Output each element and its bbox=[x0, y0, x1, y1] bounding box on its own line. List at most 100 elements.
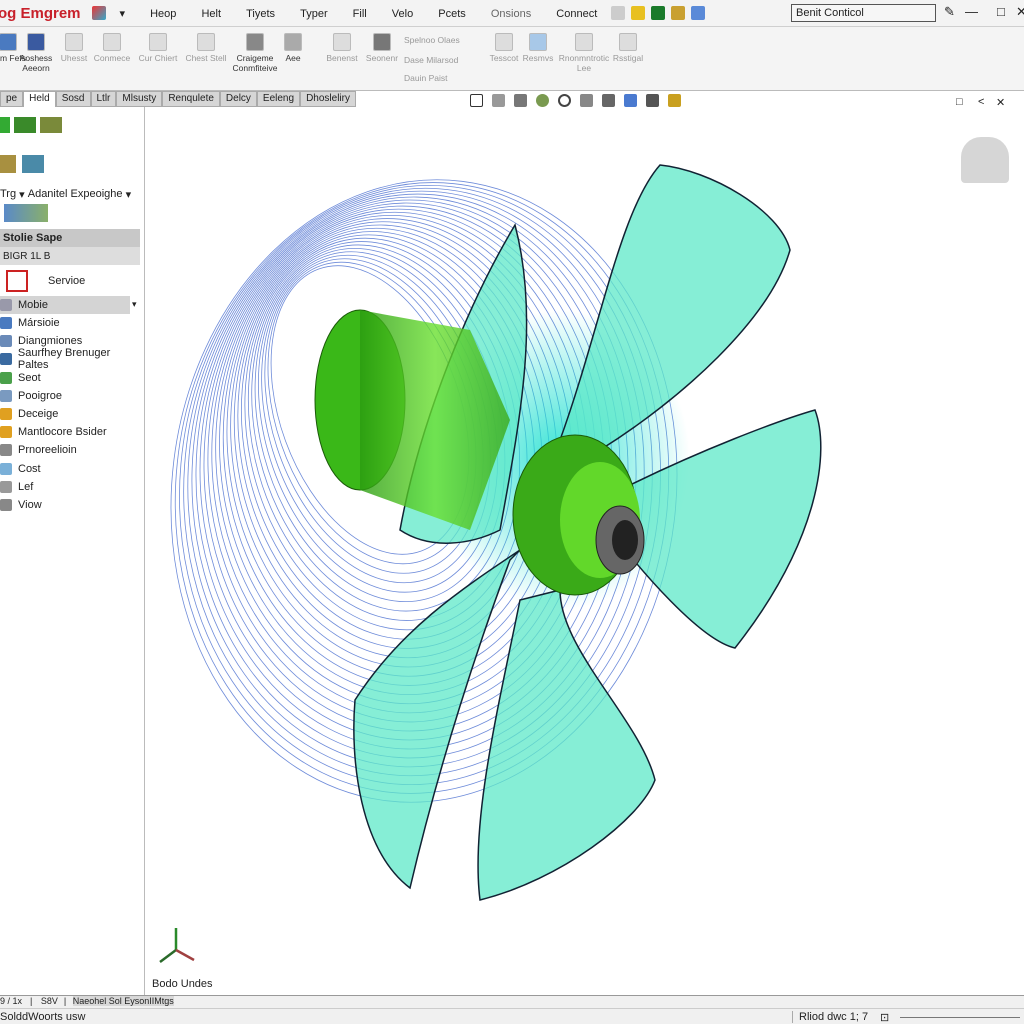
scene-icon[interactable] bbox=[624, 94, 637, 107]
property-icon[interactable] bbox=[14, 117, 36, 133]
command-tabs: pe Held Sosd Ltlr Mlsusty Renqulete Delc… bbox=[0, 91, 356, 107]
tree-item[interactable]: Deceige bbox=[0, 405, 143, 423]
ribbon-button[interactable]: Aee bbox=[278, 33, 308, 63]
config-icon[interactable] bbox=[40, 117, 62, 133]
menu-item[interactable]: Onsions bbox=[491, 8, 531, 20]
view-orient-icon[interactable] bbox=[470, 94, 483, 107]
menu-item[interactable]: Helt bbox=[201, 8, 221, 20]
scene-thumbnail-icon[interactable] bbox=[4, 204, 48, 222]
tab[interactable]: Ltlr bbox=[90, 91, 117, 107]
tools-icon[interactable] bbox=[646, 94, 659, 107]
ribbon-button[interactable]: Rsstigal bbox=[606, 33, 650, 63]
menu-item[interactable]: Pcets bbox=[438, 8, 466, 20]
service-item[interactable]: Servioe bbox=[0, 267, 143, 295]
minimize-button[interactable]: — bbox=[965, 4, 978, 19]
tree-item-icon bbox=[0, 426, 12, 439]
menu-item[interactable]: Tiyets bbox=[246, 8, 275, 20]
ribbon-button[interactable]: Benenst bbox=[320, 33, 364, 63]
units-icon[interactable]: ⊡ bbox=[880, 1011, 889, 1024]
blade bbox=[477, 589, 656, 901]
ribbon-button[interactable]: Dase Milarsod bbox=[404, 55, 484, 65]
tree-item-icon bbox=[0, 353, 12, 366]
tree-item-icon bbox=[0, 444, 12, 457]
menu-item[interactable]: Connect bbox=[556, 8, 597, 20]
folder-icon[interactable] bbox=[631, 6, 646, 20]
tree-item-icon bbox=[0, 408, 12, 420]
ribbon-button[interactable]: Resmvs bbox=[516, 33, 560, 63]
tab[interactable]: Sosd bbox=[55, 91, 91, 107]
tree-item[interactable]: Saurfhey Brenuger Paltes bbox=[0, 347, 143, 371]
tab[interactable]: Renqulete bbox=[162, 91, 220, 107]
search-input[interactable]: Benit Conticol bbox=[791, 4, 936, 22]
appearance-icon[interactable] bbox=[602, 94, 615, 107]
bottom-tab[interactable]: Naeohel Sol EysonIIMtgs bbox=[72, 996, 174, 1006]
ribbon-button[interactable]: Craigeme Conmfiteive bbox=[230, 33, 280, 73]
menu-item[interactable]: Velo bbox=[392, 8, 413, 20]
ribbon-button[interactable]: Spelnoo Olaes bbox=[404, 35, 484, 45]
tab-active[interactable]: Held bbox=[23, 91, 56, 107]
tree-item-label: Prnoreelioin bbox=[18, 444, 77, 457]
graphics-viewport[interactable]: Bodo Undes bbox=[146, 107, 1024, 995]
search-icon[interactable] bbox=[558, 94, 571, 107]
tab[interactable]: Delcy bbox=[219, 91, 257, 107]
ribbon-button[interactable]: Chest Stell bbox=[184, 33, 228, 63]
menu-bar: ▾ Heop Helt Tiyets Typer Fill Velo Pcets… bbox=[109, 7, 609, 20]
feature-tree-icon[interactable] bbox=[0, 117, 10, 133]
bottom-tab[interactable]: S8V bbox=[41, 996, 58, 1006]
options-icon[interactable] bbox=[671, 6, 686, 20]
tree-item[interactable]: Prnoreelioin bbox=[0, 441, 143, 459]
section-view-icon[interactable] bbox=[580, 94, 593, 107]
tree-item[interactable]: Pooigroe bbox=[0, 387, 143, 405]
tab[interactable]: pe bbox=[0, 91, 24, 107]
bottom-tabs: 9 / 1x | S8V | Naeohel Sol EysonIIMtgs bbox=[0, 995, 1024, 1008]
cam-icon[interactable] bbox=[22, 155, 44, 173]
filter-dropdown[interactable]: Trg bbox=[0, 188, 16, 200]
menu-item[interactable]: Heop bbox=[150, 8, 176, 20]
tree-item[interactable]: Seot bbox=[0, 369, 143, 387]
tab[interactable]: Mlsusty bbox=[116, 91, 163, 107]
tree-item-label: Pooigroe bbox=[18, 389, 63, 402]
bottom-tab[interactable]: 9 / 1x bbox=[0, 996, 22, 1006]
title-bar: og Emgrem ▾ Heop Helt Tiyets Typer Fill … bbox=[0, 0, 1024, 27]
tree-item-label: Mársioie bbox=[18, 317, 60, 329]
zoom-slider[interactable] bbox=[900, 1017, 1020, 1018]
menu-dropdown[interactable]: ▾ bbox=[120, 8, 126, 20]
axis-label: Bodo Undes bbox=[152, 978, 213, 990]
tree-item[interactable]: Viow bbox=[0, 496, 143, 514]
fan-model bbox=[159, 164, 822, 963]
maximize-button[interactable]: □ bbox=[997, 4, 1005, 19]
tree-item-icon bbox=[0, 335, 12, 348]
help-icon[interactable] bbox=[651, 6, 666, 20]
menu-item[interactable]: Fill bbox=[353, 8, 367, 20]
tree-item[interactable]: Lef bbox=[0, 478, 143, 496]
ribbon-button[interactable]: Cur Chiert bbox=[136, 33, 180, 63]
dropdown-arrow[interactable]: ▾ bbox=[132, 299, 137, 310]
tree-item[interactable]: Cost bbox=[0, 460, 143, 478]
filter-row: Trg ▾ Adanitel Expeoighe ▾ bbox=[0, 188, 132, 201]
menu-item[interactable]: Typer bbox=[300, 8, 328, 20]
tree-item[interactable]: Mantlocore Bsider bbox=[0, 423, 143, 441]
settings-icon[interactable] bbox=[691, 6, 706, 20]
ribbon-button[interactable]: Rnonmntrotic Lee bbox=[556, 33, 612, 73]
ribbon-button[interactable]: Dauin Paist bbox=[404, 73, 484, 83]
status-app-name: SolddWoorts usw bbox=[0, 1011, 86, 1023]
tree-item-icon bbox=[0, 462, 12, 475]
close-button[interactable]: ✕ bbox=[1016, 4, 1024, 20]
rotate-icon[interactable] bbox=[492, 94, 505, 107]
tree-item[interactable]: Mársioie bbox=[0, 314, 143, 332]
display-manager-icon[interactable] bbox=[0, 155, 16, 173]
tree-item-label: Seot bbox=[18, 371, 41, 384]
user-icon[interactable] bbox=[961, 137, 1009, 183]
display-style-icon[interactable] bbox=[536, 94, 549, 107]
ribbon-button[interactable]: Conmece bbox=[90, 33, 134, 63]
tab[interactable]: Eeleng bbox=[256, 91, 301, 107]
ribbon-button[interactable]: Seonenr bbox=[360, 33, 404, 63]
home-icon[interactable] bbox=[611, 6, 626, 20]
selected-item[interactable]: Mobie bbox=[0, 296, 130, 314]
render-icon[interactable] bbox=[668, 94, 681, 107]
ribbon-toolbar: Asm Fefs Aoshess Aeeorn Uhesst Conmece C… bbox=[0, 27, 1024, 91]
tab[interactable]: Dhosleliry bbox=[300, 91, 356, 107]
pin-icon[interactable]: ✎ bbox=[944, 4, 955, 20]
zoom-fit-icon[interactable] bbox=[514, 94, 527, 107]
appearance-dropdown[interactable]: Adanitel Expeoighe bbox=[28, 188, 123, 200]
